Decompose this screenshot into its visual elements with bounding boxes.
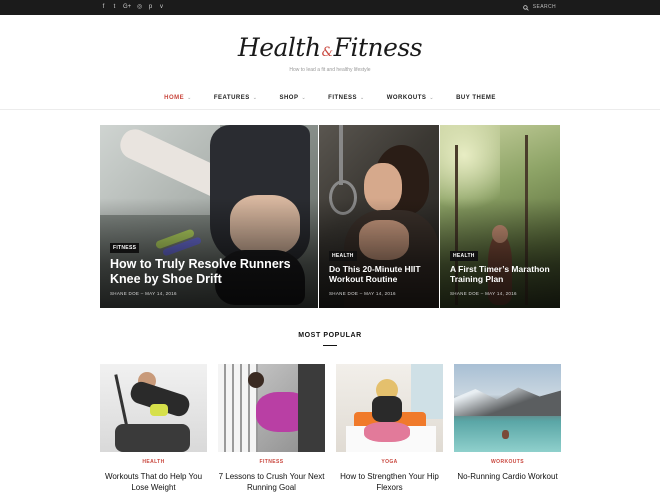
chevron-down-icon: ⌄ <box>301 95 307 101</box>
card-category[interactable]: WORKOUTS <box>454 459 561 465</box>
card-category[interactable]: YOGA <box>336 459 443 465</box>
featured-title[interactable]: How to Truly Resolve Runners Knee by Sho… <box>110 257 300 287</box>
featured-post-3[interactable]: HEALTH A First Timer’s Marathon Training… <box>440 125 560 308</box>
featured-meta: SHANE DOE – MAY 14, 2016 <box>329 291 396 296</box>
popular-image-3[interactable] <box>336 364 443 452</box>
card-title[interactable]: 7 Lessons to Crush Your Next Running Goa… <box>218 471 325 493</box>
nav-workouts[interactable]: WORKOUTS ⌄ <box>387 95 434 101</box>
search-icon <box>522 4 529 11</box>
pinterest-icon[interactable]: p <box>148 3 153 12</box>
chevron-down-icon: ⌄ <box>360 95 365 101</box>
popular-card-2: FITNESS 7 Lessons to Crush Your Next Run… <box>218 364 325 493</box>
top-bar: f t G+ ◎ p v SEARCH <box>0 0 660 15</box>
popular-image-1[interactable] <box>100 364 207 452</box>
card-title[interactable]: How to Strengthen Your Hip Flexors <box>336 471 443 493</box>
chevron-down-icon: ⌄ <box>429 95 435 101</box>
vimeo-icon[interactable]: v <box>159 3 164 12</box>
instagram-icon[interactable]: ◎ <box>137 3 142 12</box>
nav-fitness[interactable]: FITNESS ⌄ <box>328 95 365 101</box>
popular-card-4: WORKOUTS No-Running Cardio Workout <box>454 364 561 482</box>
category-badge[interactable]: HEALTH <box>329 251 357 261</box>
search-button[interactable]: SEARCH <box>522 3 556 12</box>
featured-post-2[interactable]: HEALTH Do This 20-Minute HIIT Workout Ro… <box>319 125 439 308</box>
chevron-down-icon: ⌄ <box>252 95 258 101</box>
nav-home[interactable]: HOME ⌄ <box>164 95 192 101</box>
card-category[interactable]: FITNESS <box>218 459 325 465</box>
google-plus-icon[interactable]: G+ <box>123 3 131 12</box>
category-badge[interactable]: FITNESS <box>110 243 140 253</box>
category-badge[interactable]: HEALTH <box>450 251 478 261</box>
main-nav: HOME ⌄ FEATURES ⌄ SHOP ⌄ FITNESS ⌄ WORKOUTS ⌄… <box>0 95 660 101</box>
popular-card-3: YOGA How to Strengthen Your Hip Flexors <box>336 364 443 493</box>
popular-card-1: HEALTH Workouts That do Help You Lose We… <box>100 364 207 493</box>
social-links: f t G+ ◎ p v <box>101 3 164 12</box>
nav-buy-theme[interactable]: BUY THEME <box>456 95 496 101</box>
logo-title: Health&Fitness <box>237 33 423 62</box>
popular-image-4[interactable] <box>454 364 561 452</box>
nav-features[interactable]: FEATURES ⌄ <box>214 95 258 101</box>
search-label: SEARCH <box>532 4 556 10</box>
card-title[interactable]: Workouts That do Help You Lose Weight <box>100 471 207 493</box>
nav-divider <box>0 109 660 110</box>
site-logo[interactable]: Health&Fitness <box>0 33 660 62</box>
facebook-icon[interactable]: f <box>101 3 106 12</box>
most-popular-heading: MOST POPULAR <box>298 332 362 339</box>
featured-meta: SHANE DOE – MAY 14, 2016 <box>110 291 177 296</box>
featured-meta: SHANE DOE – MAY 14, 2016 <box>450 291 517 296</box>
popular-image-2[interactable] <box>218 364 325 452</box>
card-title[interactable]: No-Running Cardio Workout <box>454 471 561 482</box>
nav-shop[interactable]: SHOP ⌄ <box>279 95 306 101</box>
chevron-down-icon: ⌄ <box>187 95 192 101</box>
featured-title[interactable]: Do This 20-Minute HIIT Workout Routine <box>329 264 435 284</box>
twitter-icon[interactable]: t <box>112 3 117 12</box>
site-tagline: How to lead a fit and healthy lifestyle <box>289 67 371 73</box>
card-category[interactable]: HEALTH <box>100 459 207 465</box>
featured-title[interactable]: A First Timer’s Marathon Training Plan <box>450 264 556 284</box>
heading-underline <box>323 345 337 346</box>
featured-post-1[interactable]: FITNESS How to Truly Resolve Runners Kne… <box>100 125 318 308</box>
